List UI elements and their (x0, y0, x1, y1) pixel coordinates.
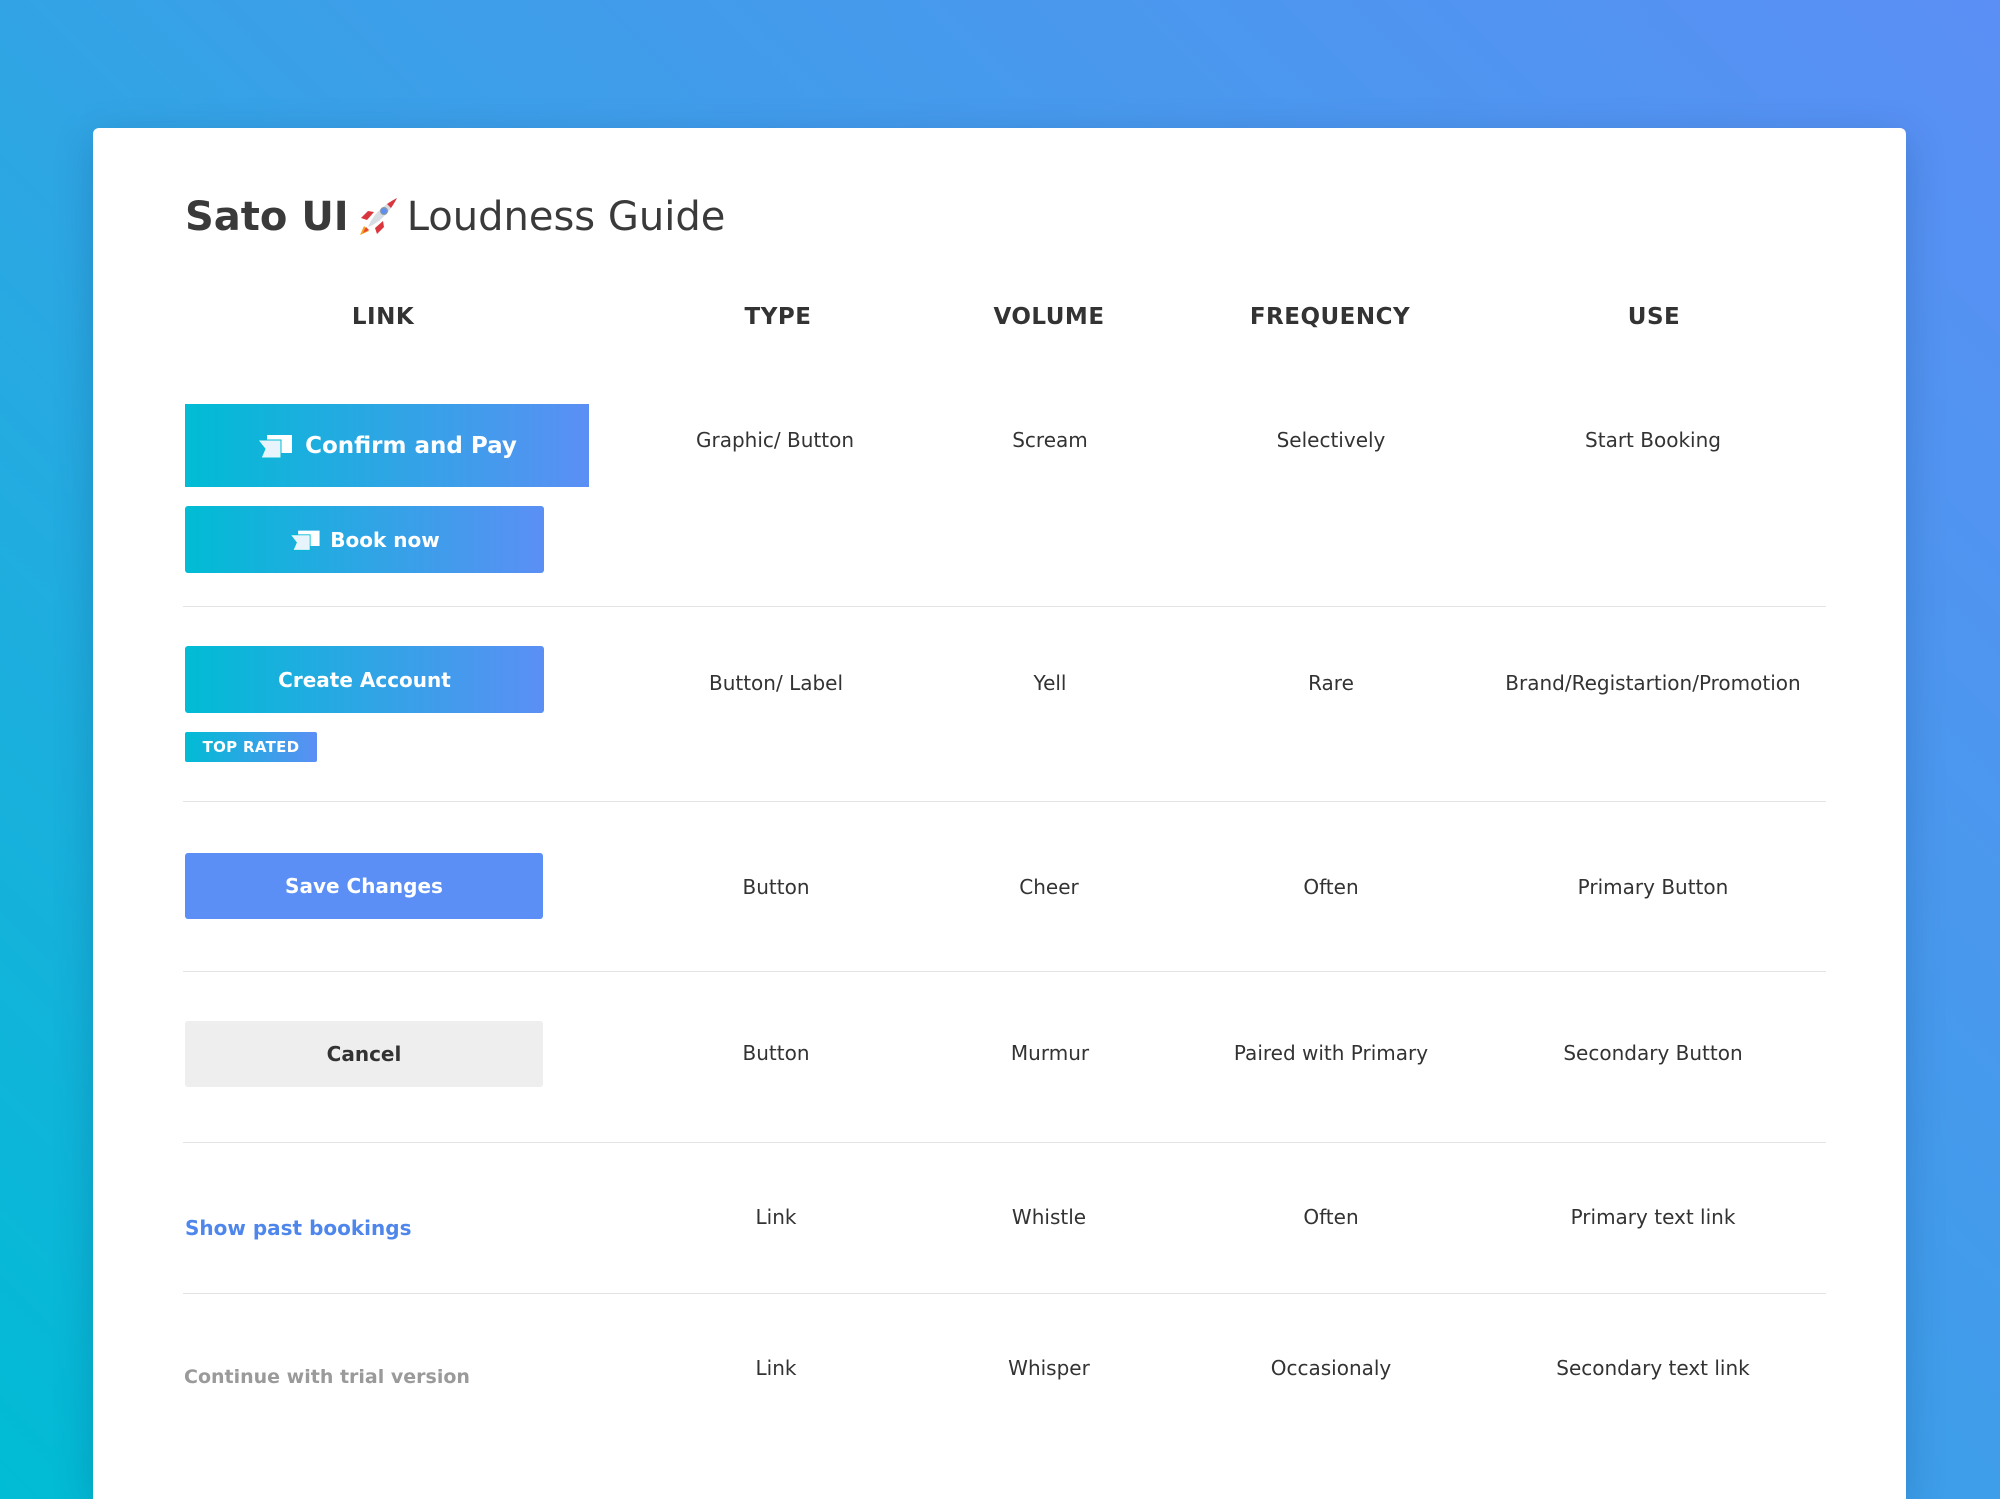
create-account-button[interactable]: Create Account (185, 646, 544, 713)
row6-type: Link (755, 1356, 797, 1380)
continue-trial-link[interactable]: Continue with trial version (184, 1366, 470, 1388)
row-divider (183, 971, 1826, 972)
cancel-button[interactable]: Cancel (185, 1021, 543, 1087)
row6-use: Secondary text link (1556, 1356, 1750, 1380)
row3-use: Primary Button (1577, 875, 1729, 899)
row5-use: Primary text link (1570, 1205, 1736, 1229)
save-changes-button[interactable]: Save Changes (185, 853, 543, 919)
confirm-and-pay-button[interactable]: Confirm and Pay (185, 404, 589, 487)
book-now-label: Book now (330, 527, 440, 552)
row4-volume: Murmur (1010, 1041, 1090, 1065)
ticket-icon (257, 432, 293, 460)
row-divider (183, 1293, 1826, 1294)
confirm-and-pay-label: Confirm and Pay (305, 432, 517, 459)
rocket-icon (357, 196, 399, 238)
ticket-icon (289, 528, 321, 552)
row1-volume: Scream (1012, 428, 1088, 452)
row3-type: Button (742, 875, 810, 899)
row1-use: Start Booking (1585, 428, 1721, 452)
top-rated-badge: TOP RATED (185, 732, 317, 762)
row3-frequency: Often (1303, 875, 1359, 899)
page-title: Sato UI Loudness Guide (185, 194, 725, 240)
title-subtitle: Loudness Guide (406, 194, 726, 240)
column-header-frequency: FREQUENCY (1249, 304, 1411, 330)
book-now-button[interactable]: Book now (185, 506, 544, 573)
row2-frequency: Rare (1308, 671, 1354, 695)
row5-frequency: Often (1303, 1205, 1359, 1229)
row-divider (183, 606, 1826, 607)
row6-frequency: Occasionaly (1270, 1356, 1392, 1380)
row5-type: Link (755, 1205, 797, 1229)
show-past-bookings-link[interactable]: Show past bookings (185, 1216, 411, 1240)
row5-volume: Whistle (1011, 1205, 1087, 1229)
column-header-link: LINK (351, 304, 415, 330)
row1-frequency: Selectively (1276, 428, 1386, 452)
row1-type: Graphic/ Button (696, 428, 854, 452)
row2-volume: Yell (1033, 671, 1067, 695)
row-divider (183, 801, 1826, 802)
column-header-type: TYPE (744, 304, 812, 330)
brand-name: Sato UI (185, 194, 349, 240)
row2-type: Button/ Label (708, 671, 844, 695)
row6-volume: Whisper (1008, 1356, 1090, 1380)
loudness-guide-card: Sato UI Loudness Guide LINK TYPE VOLUME … (93, 128, 1906, 1499)
row4-use: Secondary Button (1563, 1041, 1743, 1065)
column-header-use: USE (1627, 304, 1681, 330)
row2-use: Brand/Registartion/Promotion (1505, 671, 1801, 695)
row4-type: Button (742, 1041, 810, 1065)
column-header-volume: VOLUME (993, 304, 1105, 330)
row-divider (183, 1142, 1826, 1143)
row4-frequency: Paired with Primary (1233, 1041, 1429, 1065)
row3-volume: Cheer (1019, 875, 1079, 899)
